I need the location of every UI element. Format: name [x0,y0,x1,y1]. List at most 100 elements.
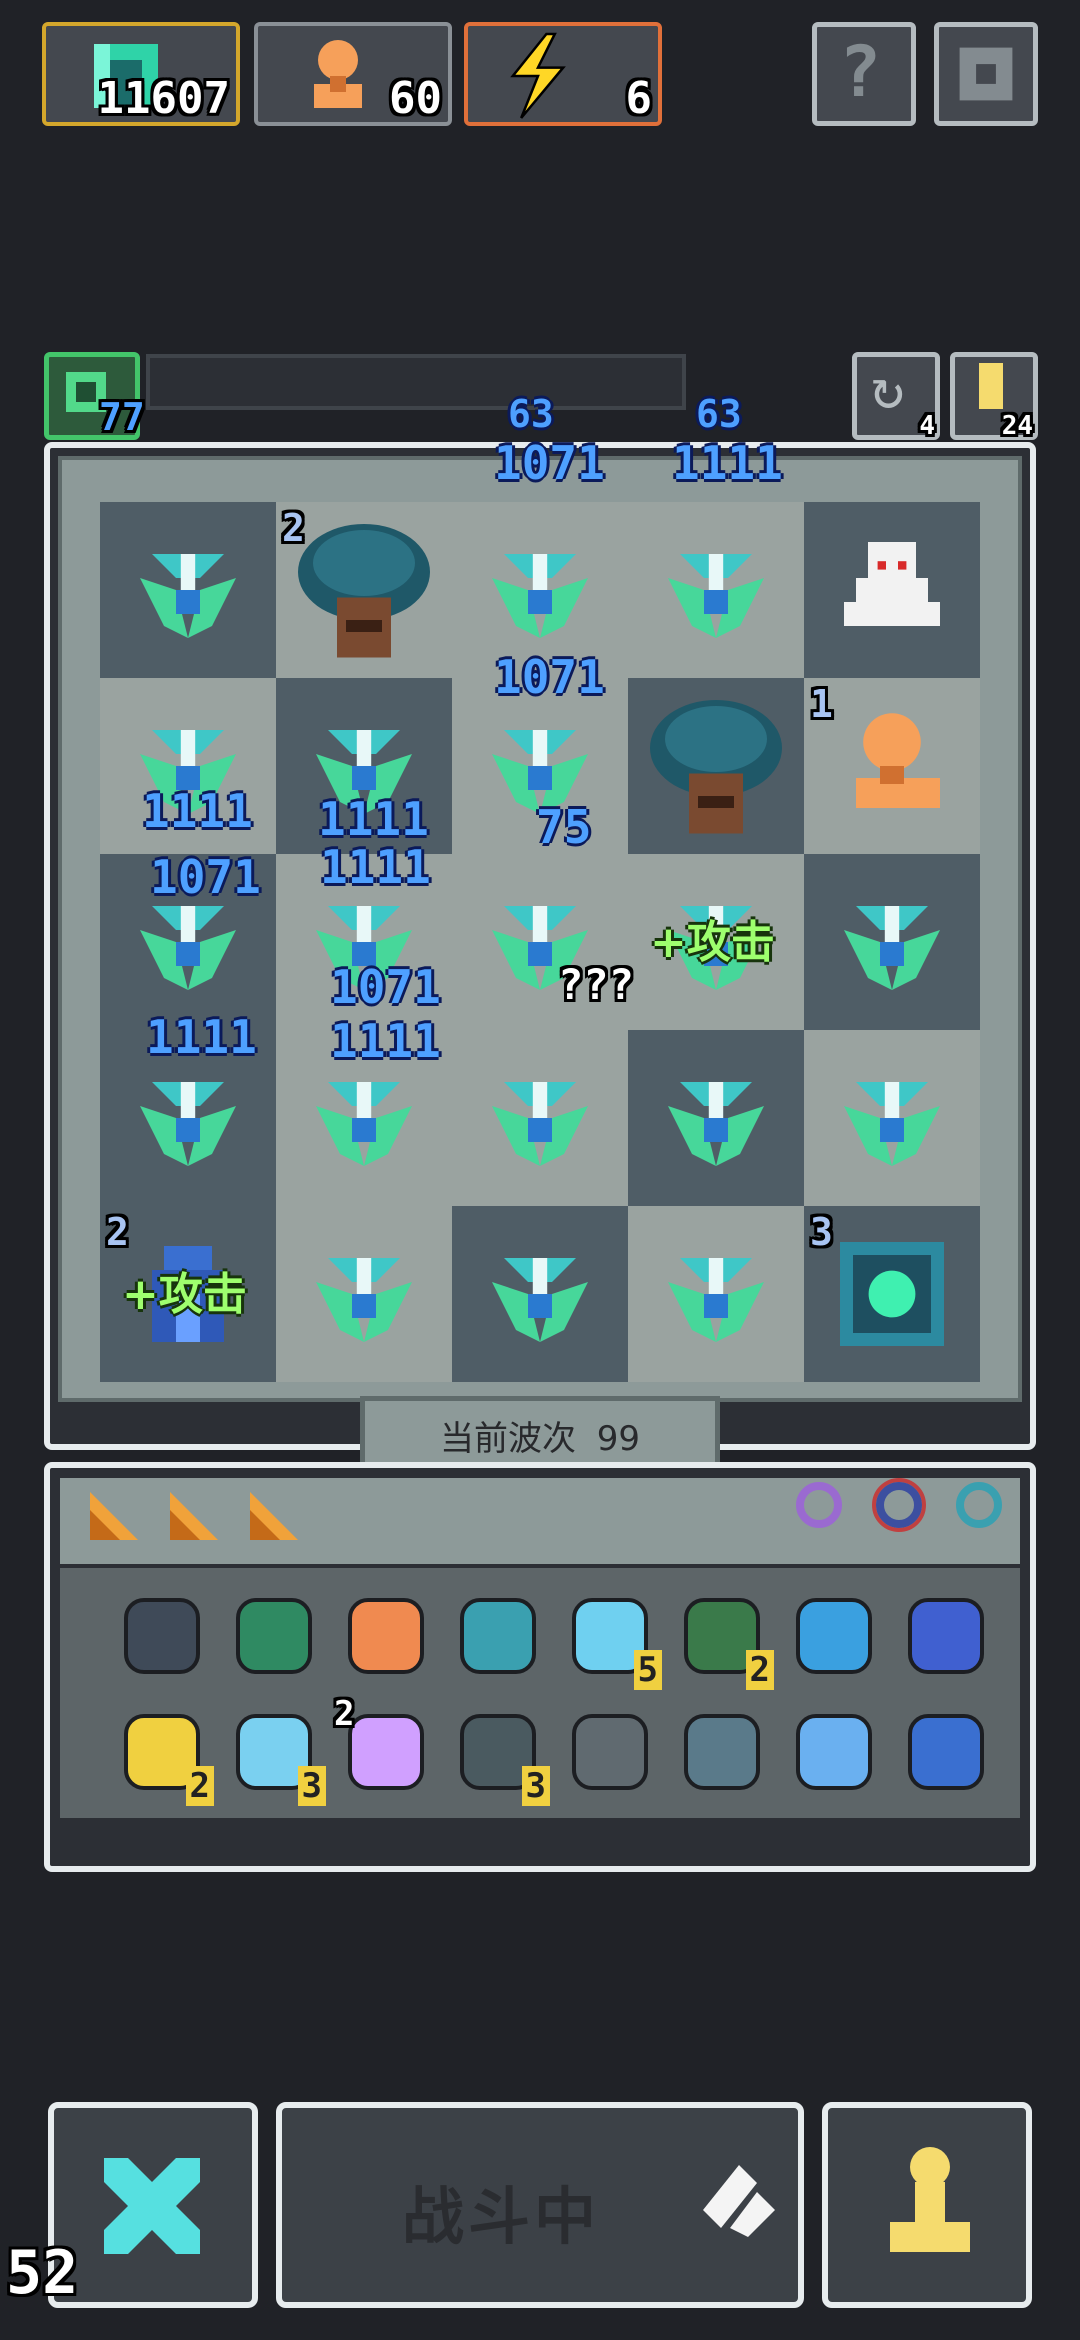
damage-number: 1111 [672,436,783,490]
inventory-slot[interactable]: 3 [450,1704,550,1806]
inventory-rings [796,1478,1016,1542]
fight-status-button[interactable]: 战斗中 [276,2102,804,2308]
turret-icon [128,530,248,650]
ghost-icon [832,530,952,650]
board-cell[interactable] [452,1030,628,1206]
ring-red-icon[interactable] [872,1478,926,1532]
damage-number: 1071 [494,436,605,490]
hero-button[interactable] [822,2102,1032,2308]
board-cell[interactable] [628,1206,804,1382]
coin-icon [908,1714,984,1790]
turret-icon [304,1234,424,1354]
energy-count: 6 [625,73,653,124]
inventory-slot[interactable] [226,1588,322,1684]
item-count: 3 [297,1766,326,1806]
level-badge: 1 [810,682,833,726]
inventory-slot[interactable] [898,1704,994,1800]
inventory-slot[interactable]: 5 [562,1588,662,1690]
triangle-icon[interactable] [84,1486,144,1546]
damage-number: 63 [696,392,742,436]
swap-counter: 4 [919,411,935,441]
inventory-slot[interactable] [338,1588,434,1684]
pawn-counter-button[interactable]: 24 [950,352,1038,441]
board-cell[interactable]: +攻击 [628,854,804,1030]
damage-number: 1071 [494,650,605,704]
damage-number: 1071 [150,850,261,904]
inventory-slot[interactable]: 3 [226,1704,326,1806]
level-badge: 2 [282,506,305,550]
inventory-slot[interactable] [114,1588,210,1684]
inventory-slot[interactable] [786,1704,882,1800]
board-cell[interactable] [804,502,980,678]
turret-icon [656,1058,776,1178]
unit-resource: 60 [254,22,452,126]
inventory-slot[interactable] [674,1704,770,1800]
fight-label: 战斗中 [402,2180,601,2253]
wave-label: 当前波次 [439,1419,576,1459]
gear-icon [959,47,1013,101]
attack-button[interactable] [48,2102,258,2308]
inventory-slot[interactable] [786,1588,882,1684]
amulet-icon [460,1598,536,1674]
tree-icon [641,691,791,841]
unit-count: 60 [389,73,442,124]
item-badge: 2 [334,1694,355,1734]
turret-icon [304,1058,424,1178]
inventory-slot[interactable] [450,1588,546,1684]
ring-purple-icon[interactable] [796,1482,842,1528]
turret-icon [832,1058,952,1178]
gem-resource: 11607 [42,22,240,126]
inventory-slot[interactable]: 2 [674,1588,774,1690]
damage-number: 1111 [330,1014,441,1068]
tree-icon [289,515,439,665]
fps-counter: 52 [6,2238,79,2308]
shield-icon [124,1598,200,1674]
gear-star-icon [796,1598,872,1674]
bust-icon [314,40,362,108]
turret-icon [480,1058,600,1178]
gem-count: 11607 [97,73,230,124]
board-cell[interactable] [628,1030,804,1206]
inventory-slot[interactable] [898,1588,994,1684]
inventory-slot[interactable]: 2 [334,1694,434,1800]
damage-number: 1111 [318,792,429,846]
triangle-icon[interactable] [244,1486,304,1546]
energy-resource: 6 [464,22,662,126]
turret-icon [480,530,600,650]
settings-button[interactable] [934,22,1038,126]
board-cell[interactable] [452,1206,628,1382]
inventory-slot[interactable]: 2 [114,1704,214,1806]
unknown-label: ??? [558,960,634,1009]
basket-icon [684,1714,760,1790]
board-cell[interactable]: 2 +攻击 [100,1206,276,1382]
damage-number: 75 [536,800,592,854]
damage-number: 1071 [330,960,441,1014]
board-cell[interactable] [804,854,980,1030]
helmet-icon [236,1598,312,1674]
turret-icon [128,1058,248,1178]
board-cell[interactable] [628,678,804,854]
item-count: 3 [521,1766,550,1806]
triangle-icon[interactable] [164,1486,224,1546]
potion-icon [908,1598,984,1674]
help-button[interactable]: ? [812,22,916,126]
portal-icon [827,1229,957,1359]
damage-number: 1111 [146,1010,257,1064]
inventory-slot[interactable] [562,1704,658,1800]
board-cell[interactable] [804,1030,980,1206]
item-count: 2 [185,1766,214,1806]
level-badge: 77 [44,352,145,440]
wave-value: 99 [596,1419,641,1459]
damage-number: 1111 [320,840,431,894]
board-cell[interactable] [100,502,276,678]
board-cell[interactable]: 2 [276,502,452,678]
ring-blue-icon[interactable] [956,1482,1002,1528]
board-cell[interactable]: 3 [804,1206,980,1382]
pawn-icon [890,2147,970,2252]
board-cell[interactable] [628,502,804,678]
board-cell[interactable]: 1 [804,678,980,854]
swap-button[interactable]: ↻ 4 [852,352,940,441]
damage-number: 63 [508,392,554,436]
bust-icon [832,706,952,826]
board-cell[interactable] [276,1206,452,1382]
